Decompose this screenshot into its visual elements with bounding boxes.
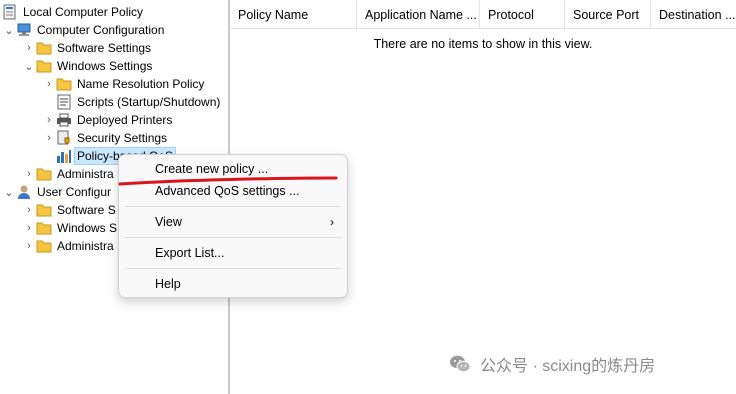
tree-node-user-software-settings[interactable]: › Software S [22, 201, 118, 219]
folder-icon [36, 40, 52, 56]
list-header: Policy Name Application Name ... Protoco… [230, 0, 736, 29]
tree-node-administrative-templates[interactable]: › Administra [22, 165, 116, 183]
tree-node-name-resolution-policy[interactable]: › Name Resolution Policy [42, 75, 206, 93]
tree-node-scripts[interactable]: Scripts (Startup/Shutdown) [56, 93, 222, 111]
menu-separator [125, 268, 341, 269]
tree-node-label: Deployed Printers [77, 113, 173, 127]
folder-icon [56, 76, 72, 92]
chevron-down-icon[interactable]: ⌄ [2, 183, 16, 201]
menu-separator [125, 206, 341, 207]
folder-icon [36, 238, 52, 254]
tree-node-security-settings[interactable]: › Security Settings [42, 129, 169, 147]
wechat-logo-icon [450, 355, 471, 373]
column-header-policy-name[interactable]: Policy Name [230, 0, 357, 28]
column-header-protocol[interactable]: Protocol [480, 0, 565, 28]
tree-node-user-administrative-templates[interactable]: › Administra [22, 237, 116, 255]
tree-node-user-configuration[interactable]: ⌄ User Configur [2, 183, 113, 201]
scripts-icon [56, 94, 72, 110]
menu-item-help[interactable]: Help [120, 273, 346, 295]
column-header-source-port[interactable]: Source Port [565, 0, 651, 28]
tree-node-label: Software S [57, 203, 116, 217]
column-header-destination[interactable]: Destination ... [651, 0, 736, 28]
tree-node-user-windows-settings[interactable]: › Windows S [22, 219, 119, 237]
policy-book-icon [2, 4, 18, 20]
tree-node-label: Computer Configuration [37, 23, 165, 37]
watermark: 公众号 · scixing的炼丹房 [448, 352, 655, 376]
qos-chart-icon [56, 148, 72, 164]
tree-node-deployed-printers[interactable]: › Deployed Printers [42, 111, 174, 129]
tree-node-label: Local Computer Policy [23, 5, 144, 19]
column-header-application-name[interactable]: Application Name ... [357, 0, 480, 28]
chevron-right-icon[interactable]: › [22, 219, 36, 237]
menu-item-export-list[interactable]: Export List... [120, 242, 346, 264]
menu-item-advanced-qos-settings[interactable]: Advanced QoS settings ... [120, 180, 346, 202]
tree-node-label: Name Resolution Policy [77, 77, 205, 91]
menu-separator [125, 237, 341, 238]
submenu-arrow-icon: › [330, 215, 334, 229]
chevron-right-icon[interactable]: › [22, 237, 36, 255]
chevron-right-icon[interactable]: › [42, 75, 56, 93]
menu-item-label: View [155, 215, 182, 229]
chevron-right-icon[interactable]: › [22, 165, 36, 183]
tree-node-computer-configuration[interactable]: ⌄ Computer Configuration [2, 21, 166, 39]
watermark-text: 公众号 · scixing的炼丹房 [480, 358, 656, 375]
security-icon [56, 130, 72, 146]
folder-icon [36, 220, 52, 236]
tree-node-software-settings[interactable]: › Software Settings [22, 39, 153, 57]
context-menu: Create new policy ... Advanced QoS setti… [118, 154, 348, 298]
user-icon [16, 184, 32, 200]
chevron-down-icon[interactable]: ⌄ [2, 21, 16, 39]
folder-icon [36, 166, 52, 182]
tree-node-label: Administra [57, 239, 114, 253]
chevron-down-icon[interactable]: ⌄ [22, 57, 36, 75]
empty-list-message: There are no items to show in this view. [373, 37, 593, 51]
tree-node-label: Windows S [57, 221, 118, 235]
tree-node-windows-settings[interactable]: ⌄ Windows Settings [22, 57, 154, 75]
chevron-right-icon[interactable]: › [42, 129, 56, 147]
tree-node-label: Windows Settings [57, 59, 153, 73]
folder-icon [36, 202, 52, 218]
tree-node-local-computer-policy[interactable]: Local Computer Policy [2, 3, 145, 21]
chevron-right-icon[interactable]: › [22, 39, 36, 57]
chevron-right-icon[interactable]: › [22, 201, 36, 219]
chevron-right-icon[interactable]: › [42, 111, 56, 129]
tree-node-label: Scripts (Startup/Shutdown) [77, 95, 221, 109]
menu-item-create-new-policy[interactable]: Create new policy ... [120, 158, 346, 180]
tree-node-label: Security Settings [77, 131, 168, 145]
tree-node-label: Administra [57, 167, 114, 181]
menu-item-view[interactable]: View › [120, 211, 346, 233]
tree-node-label: User Configur [37, 185, 112, 199]
tree-node-label: Software Settings [57, 41, 152, 55]
printer-icon [56, 112, 72, 128]
computer-icon [16, 22, 32, 38]
folder-icon [36, 58, 52, 74]
